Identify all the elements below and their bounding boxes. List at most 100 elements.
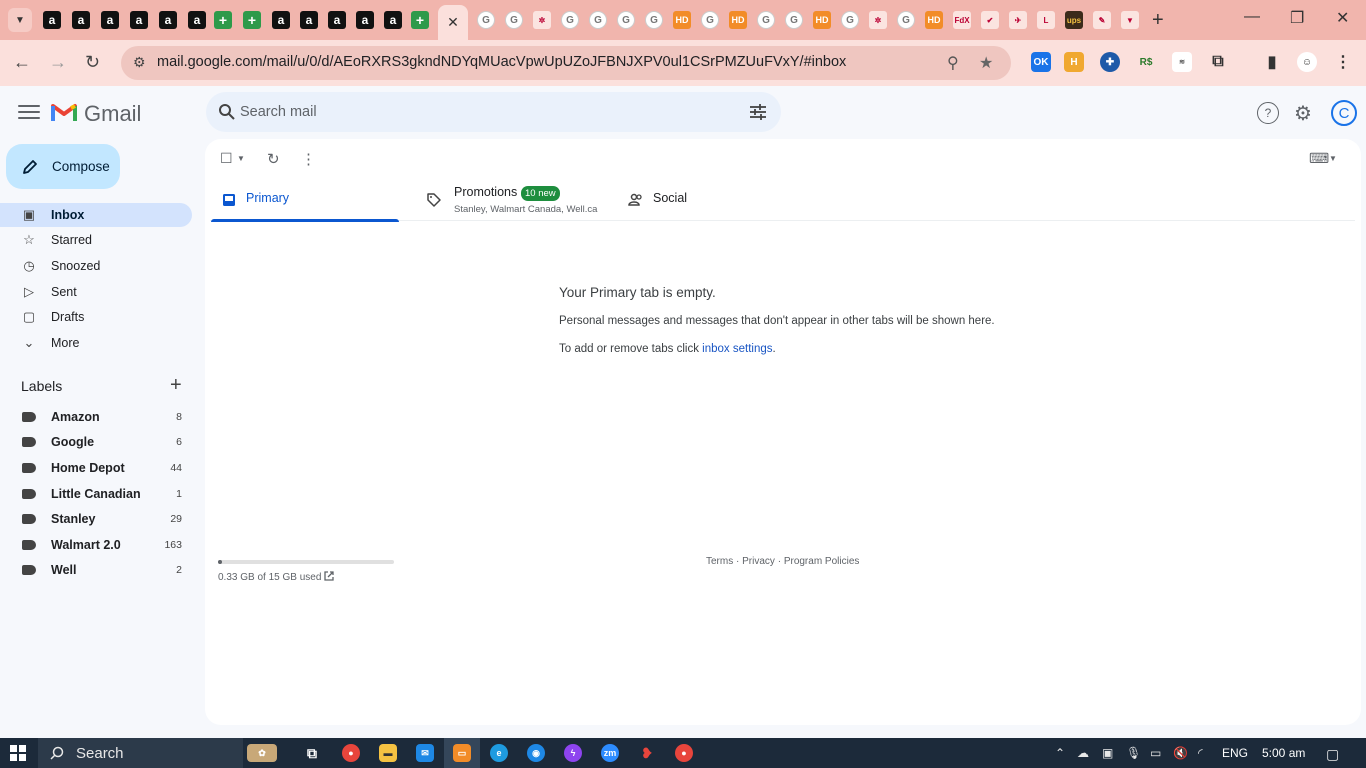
privacy-link[interactable]: Privacy xyxy=(742,556,775,567)
tab-fedex-icon[interactable]: FdX xyxy=(953,11,971,29)
mail-app-icon[interactable]: ✉ xyxy=(416,744,434,762)
volume-muted-icon[interactable]: 🔇 xyxy=(1173,746,1188,760)
sidebar-item-sent[interactable]: ▷ Sent xyxy=(0,280,192,304)
extension-globe-icon[interactable]: ✚ xyxy=(1100,52,1120,72)
label-item-little-canadian[interactable]: Little Canadian 1 xyxy=(0,483,192,505)
select-dropdown-icon[interactable]: ▼ xyxy=(237,154,245,163)
compose-button[interactable]: Compose xyxy=(6,144,120,189)
battery-icon[interactable]: ▭ xyxy=(1150,746,1161,760)
url-text[interactable]: mail.google.com/mail/u/0/d/AEoRXRS3gkndN… xyxy=(157,54,846,70)
tab-homedepot-icon[interactable]: HD xyxy=(729,11,747,29)
tab-amazon-icon[interactable]: a xyxy=(384,11,402,29)
tab-google-icon[interactable]: G xyxy=(841,11,859,29)
task-view-icon[interactable]: ⧉ xyxy=(303,744,321,762)
extension-rakuten-icon[interactable]: R$ xyxy=(1136,52,1156,72)
help-icon[interactable]: ? xyxy=(1257,102,1279,124)
tab-homedepot-icon[interactable]: HD xyxy=(673,11,691,29)
taskbar-app-icon[interactable]: ▭ xyxy=(453,744,471,762)
account-avatar[interactable]: C xyxy=(1331,100,1357,126)
side-panel-icon[interactable]: ▮ xyxy=(1262,52,1282,72)
tab-google-icon[interactable]: G xyxy=(477,11,495,29)
extension-ok-icon[interactable]: OK xyxy=(1031,52,1051,72)
tab-amazon-icon[interactable]: a xyxy=(300,11,318,29)
label-item-walmart[interactable]: Walmart 2.0 163 xyxy=(0,534,192,556)
tab-amazon-icon[interactable]: a xyxy=(72,11,90,29)
gmail-logo-text[interactable]: Gmail xyxy=(84,101,141,127)
tab-amazon-icon[interactable]: a xyxy=(130,11,148,29)
extensions-puzzle-icon[interactable]: ⧉ xyxy=(1208,52,1228,72)
tab-l-icon[interactable]: L xyxy=(1037,11,1055,29)
tab-amazon-icon[interactable]: a xyxy=(356,11,374,29)
search-input[interactable] xyxy=(240,99,720,125)
tab-search-button[interactable]: ▼ xyxy=(8,8,32,32)
tab-promotions[interactable]: Promotions 10 new Stanley, Walmart Canad… xyxy=(416,181,616,221)
tab-loading-icon[interactable]: ✲ xyxy=(533,11,551,29)
tab-google-icon[interactable]: G xyxy=(561,11,579,29)
search-icon[interactable] xyxy=(218,103,236,121)
terms-link[interactable]: Terms xyxy=(706,556,733,567)
tab-sheets-icon[interactable]: + xyxy=(214,11,232,29)
microphone-icon[interactable]: 🎙 xyxy=(1126,746,1141,760)
address-bar[interactable]: ⚙ mail.google.com/mail/u/0/d/AEoRXRS3gkn… xyxy=(121,46,1011,80)
tab-amazon-icon[interactable]: a xyxy=(43,11,61,29)
restore-icon[interactable]: ❐ xyxy=(1290,8,1304,28)
add-label-button[interactable]: + xyxy=(170,374,182,397)
chrome-second-taskbar-icon[interactable]: ● xyxy=(675,744,693,762)
tab-google-icon[interactable]: G xyxy=(505,11,523,29)
label-item-home-depot[interactable]: Home Depot 44 xyxy=(0,457,192,479)
notifications-icon[interactable]: ▢ xyxy=(1326,746,1339,763)
tab-social[interactable]: Social xyxy=(618,181,818,221)
refresh-icon[interactable]: ↻ xyxy=(267,150,280,168)
chrome-taskbar-icon[interactable]: ● xyxy=(342,744,360,762)
zoom-icon[interactable]: ⚲ xyxy=(947,53,959,73)
tab-sheets-icon[interactable]: + xyxy=(243,11,261,29)
tab-loading-icon[interactable]: ✲ xyxy=(869,11,887,29)
label-item-amazon[interactable]: Amazon 8 xyxy=(0,406,192,428)
onedrive-icon[interactable]: ☁ xyxy=(1077,746,1089,760)
search-bar[interactable] xyxy=(206,92,781,132)
chrome-profile-taskbar-icon[interactable]: ◉ xyxy=(527,744,545,762)
input-tools-icon[interactable]: ⌨ xyxy=(1309,150,1329,167)
windows-start-icon[interactable] xyxy=(10,745,26,761)
external-link-icon[interactable] xyxy=(323,570,335,582)
tab-homedepot-icon[interactable]: HD xyxy=(813,11,831,29)
wifi-icon[interactable]: ◜ xyxy=(1198,746,1203,760)
tab-airline-icon[interactable]: ✈ xyxy=(1009,11,1027,29)
extension-misc-icon[interactable]: ≋ xyxy=(1172,52,1192,72)
tab-google-icon[interactable]: G xyxy=(757,11,775,29)
sidebar-item-starred[interactable]: ☆ Starred xyxy=(0,228,192,252)
language-indicator[interactable]: ENG xyxy=(1222,746,1248,760)
extension-honey-icon[interactable]: H xyxy=(1064,52,1084,72)
active-tab[interactable]: ✕ xyxy=(438,5,468,40)
label-item-well[interactable]: Well 2 xyxy=(0,559,192,581)
tab-paint-icon[interactable]: ✎ xyxy=(1093,11,1111,29)
browser-menu-icon[interactable]: ⋮ xyxy=(1333,52,1353,72)
taskbar-widget-icon[interactable]: ✿ xyxy=(247,744,277,762)
window-close-icon[interactable]: ✕ xyxy=(1336,8,1349,28)
sidebar-item-snoozed[interactable]: ◷ Snoozed xyxy=(0,254,192,278)
tab-amazon-icon[interactable]: a xyxy=(188,11,206,29)
tab-google-icon[interactable]: G xyxy=(645,11,663,29)
tab-amazon-icon[interactable]: a xyxy=(272,11,290,29)
tab-google-icon[interactable]: G xyxy=(617,11,635,29)
tab-google-icon[interactable]: G xyxy=(701,11,719,29)
main-menu-icon[interactable] xyxy=(18,101,40,125)
taskbar-misc-icon[interactable]: ❥ xyxy=(638,744,656,762)
tab-sheets-icon[interactable]: + xyxy=(411,11,429,29)
edge-taskbar-icon[interactable]: e xyxy=(490,744,508,762)
input-tools-dropdown-icon[interactable]: ▼ xyxy=(1329,154,1337,163)
site-info-icon[interactable]: ⚙ xyxy=(133,54,146,71)
file-explorer-icon[interactable]: ▬ xyxy=(379,744,397,762)
taskbar-search-box[interactable]: Search xyxy=(38,738,243,768)
sidebar-item-inbox[interactable]: ▣ Inbox xyxy=(0,203,192,227)
forward-icon[interactable]: → xyxy=(49,52,67,73)
tab-amazon-icon[interactable]: a xyxy=(328,11,346,29)
tray-overflow-icon[interactable]: ⌃ xyxy=(1055,746,1065,760)
label-item-stanley[interactable]: Stanley 29 xyxy=(0,508,192,530)
reload-icon[interactable]: ↻ xyxy=(85,52,100,73)
back-icon[interactable]: ← xyxy=(13,52,31,73)
bookmark-star-icon[interactable]: ★ xyxy=(979,53,993,73)
tab-google-icon[interactable]: G xyxy=(897,11,915,29)
label-item-google[interactable]: Google 6 xyxy=(0,431,192,453)
tab-ups-icon[interactable]: ups xyxy=(1065,11,1083,29)
